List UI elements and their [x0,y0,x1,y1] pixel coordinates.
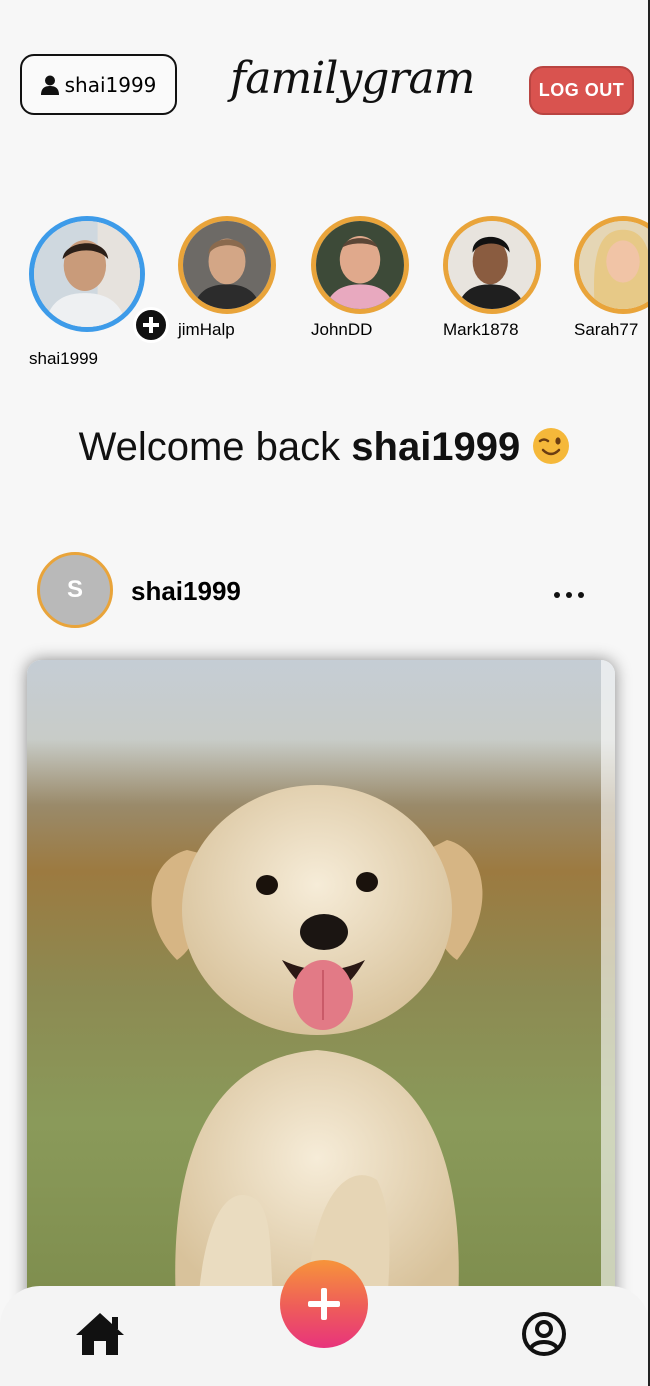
winking-face-icon [533,428,570,464]
story-item[interactable]: Sarah77 [574,216,650,339]
home-icon[interactable] [74,1311,126,1357]
story-name: shai1999 [29,349,99,368]
post-author-avatar[interactable]: S [37,552,113,628]
avatar [316,221,404,309]
welcome-prefix: Welcome back [78,425,352,469]
story-self[interactable]: shai1999 [29,216,169,368]
user-pill-name: shai1999 [64,72,157,97]
story-name: JohnDD [311,320,373,339]
welcome-message: Welcome back shai1999 [0,425,650,470]
story-name: Mark1878 [443,320,519,339]
story-item[interactable]: jimHalp [178,216,276,339]
post-card [27,660,615,1320]
avatar [183,221,271,309]
avatar [579,221,650,309]
plus-icon [308,1288,340,1320]
more-options-icon[interactable] [549,578,589,608]
avatar [34,221,140,327]
plus-icon [143,317,159,333]
story-name: Sarah77 [574,320,639,339]
app: shai1999 familygram LOG OUT shai1999 jim… [0,0,650,1386]
logout-button[interactable]: LOG OUT [529,66,634,115]
story-name: jimHalp [178,320,235,339]
welcome-username: shai1999 [351,425,521,469]
add-post-button[interactable] [280,1260,368,1348]
post-image[interactable] [27,660,615,1320]
avatar [448,221,536,309]
story-item[interactable]: JohnDD [311,216,409,339]
user-circle-icon[interactable] [521,1311,567,1357]
app-logo: familygram [230,53,475,104]
story-item[interactable]: Mark1878 [443,216,541,339]
add-story-button[interactable] [133,307,169,343]
user-profile-button[interactable]: shai1999 [20,54,177,115]
user-icon [40,75,59,95]
post-author-name[interactable]: shai1999 [131,576,241,607]
